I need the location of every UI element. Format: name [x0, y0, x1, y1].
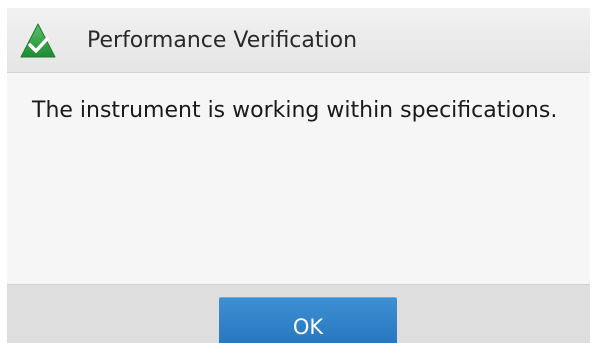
ok-button[interactable]: OK [219, 297, 397, 343]
checkmark-triangle-icon [19, 22, 57, 60]
dialog-title-bar: Performance Verification [7, 8, 590, 73]
dialog-title: Performance Verification [87, 28, 358, 53]
dialog-content: The instrument is working within specifi… [7, 73, 590, 283]
dialog-footer: OK [7, 284, 590, 343]
dialog-message: The instrument is working within specifi… [32, 98, 558, 123]
performance-verification-dialog: Performance Verification The instrument … [7, 8, 590, 343]
